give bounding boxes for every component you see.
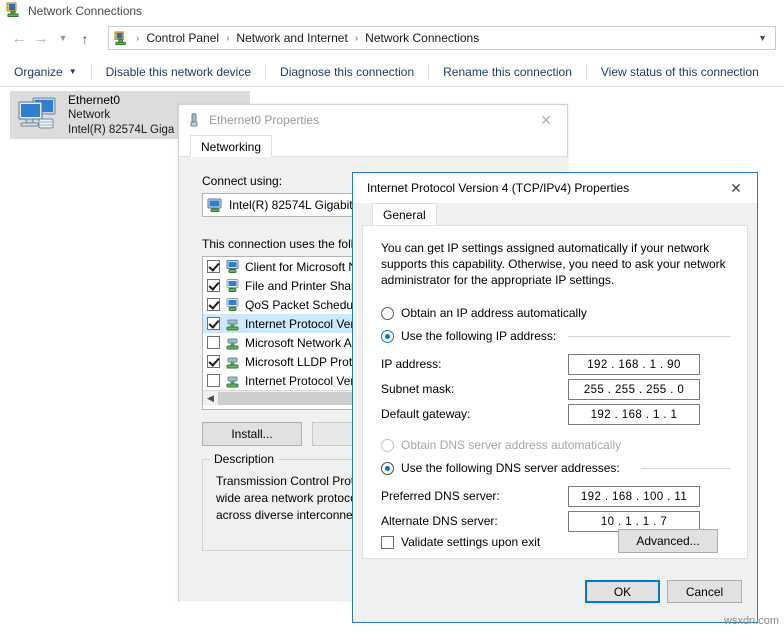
cancel-button[interactable]: Cancel [667,580,742,603]
ip-settings-intro: You can get IP settings assigned automat… [381,241,726,287]
command-bar: Organize ▼ Disable this network device D… [0,57,784,87]
close-icon[interactable]: ✕ [715,174,757,203]
rename-connection-button[interactable]: Rename this connection [429,58,586,86]
ip-input-field[interactable]: 192 . 168 . 1 . 1 [568,404,700,425]
field-label: Alternate DNS server: [381,514,498,528]
field-label: Subnet mask: [381,382,455,396]
tcpipv4-dialog-titlebar: Internet Protocol Version 4 (TCP/IPv4) P… [353,173,757,203]
checkbox-icon[interactable] [207,374,220,387]
breadcrumb-separator: › [136,32,140,44]
client-icon [225,259,240,274]
tcpipv4-button-bar: OK Cancel [353,559,757,622]
breadcrumb-network-connections[interactable]: Network Connections [363,31,481,45]
advanced-button[interactable]: Advanced... [618,529,718,553]
nic-icon [207,198,223,213]
validate-settings-checkbox[interactable]: Validate settings upon exit [381,535,540,549]
protocol-icon [225,355,240,369]
up-arrow-icon[interactable]: ↑ [74,27,96,51]
forward-arrow-icon[interactable]: → [30,27,52,51]
ethernet0-dialog-titlebar: Ethernet0 Properties ✕ [179,105,567,135]
radio-circle-icon [381,330,394,343]
checkbox-icon[interactable] [207,336,220,349]
connection-name: Ethernet0 [68,92,121,107]
recent-locations-icon[interactable]: ▼ [52,27,74,51]
breadcrumb-control-panel[interactable]: Control Panel [144,31,221,45]
ethernet0-tabstrip: Networking [179,135,567,157]
adapter-name: Intel(R) 82574L Gigabit Ne [229,198,372,212]
obtain-dns-automatically-radio[interactable]: Obtain DNS server address automatically [381,438,621,452]
sharing-icon [225,278,240,293]
connection-text-block: Ethernet0 Network Intel(R) 82574L Giga [68,93,174,138]
organize-menu-button[interactable]: Organize ▼ [0,58,91,86]
protocol-icon [225,336,240,350]
field-label: Default gateway: [381,407,471,421]
use-following-dns-label: Use the following DNS server addresses: [401,461,620,475]
chevron-down-icon: ▼ [68,67,77,76]
window-title: Network Connections [28,4,143,18]
radio-circle-icon [381,462,394,475]
checkbox-icon[interactable] [207,298,220,311]
field-label: IP address: [381,357,442,371]
checkbox-icon[interactable] [207,260,220,273]
group-rule [568,336,731,337]
group-rule [641,468,731,469]
radio-circle-icon [381,439,394,452]
close-icon[interactable]: ✕ [525,106,567,135]
back-arrow-icon[interactable]: ← [8,27,30,51]
install-button[interactable]: Install... [202,422,302,446]
disable-network-device-button[interactable]: Disable this network device [92,58,265,86]
address-bar[interactable]: › Control Panel › Network and Internet ›… [108,26,776,50]
network-adapter-small-icon [187,113,201,127]
connect-using-label: Connect using: [202,174,283,188]
network-adapter-icon [16,95,60,135]
validate-settings-label: Validate settings upon exit [401,535,541,549]
ethernet0-dialog-title: Ethernet0 Properties [209,113,320,127]
checkbox-icon[interactable] [207,279,220,292]
obtain-dns-automatically-label: Obtain DNS server address automatically [401,438,622,452]
tcpipv4-general-panel: You can get IP settings assigned automat… [362,225,748,559]
ok-button[interactable]: OK [585,580,660,603]
diagnose-connection-button[interactable]: Diagnose this connection [266,58,428,86]
window-titlebar: Network Connections [0,0,784,22]
use-following-dns-radio[interactable]: Use the following DNS server addresses: [381,461,620,475]
view-status-button[interactable]: View status of this connection [587,58,773,86]
protocol-icon [225,374,240,388]
tcpipv4-properties-dialog: Internet Protocol Version 4 (TCP/IPv4) P… [352,172,758,623]
address-path-icon [114,30,129,46]
network-connections-icon [6,2,22,21]
breadcrumb-network-and-internet[interactable]: Network and Internet [234,31,349,45]
radio-circle-icon [381,307,394,320]
checkbox-icon[interactable] [207,317,220,330]
ip-input-field[interactable]: 192 . 168 . 100 . 11 [568,486,700,507]
description-label: Description [210,452,279,466]
field-label: Preferred DNS server: [381,489,500,503]
connection-adapter: Intel(R) 82574L Giga [68,123,175,136]
qos-icon [225,297,240,312]
breadcrumb-separator: › [354,32,359,44]
tcpipv4-tabstrip: General [353,203,757,225]
chevron-down-icon[interactable]: ▼ [758,33,767,43]
ip-input-field[interactable]: 192 . 168 . 1 . 90 [568,354,700,375]
obtain-ip-automatically-radio[interactable]: Obtain an IP address automatically [381,306,587,320]
breadcrumb-separator: › [226,32,230,44]
tab-general[interactable]: General [372,203,437,225]
connection-network: Network [68,108,111,121]
ip-input-field[interactable]: 255 . 255 . 255 . 0 [568,379,700,400]
tcpipv4-dialog-title: Internet Protocol Version 4 (TCP/IPv4) P… [367,181,630,195]
checkbox-icon[interactable] [207,355,220,368]
organize-label: Organize [14,64,63,79]
obtain-ip-automatically-label: Obtain an IP address automatically [401,306,587,320]
watermark: wsxdn.com [724,615,780,627]
tab-networking[interactable]: Networking [190,135,273,157]
protocol-icon [225,317,240,331]
scroll-left-icon[interactable]: ◀ [203,391,218,406]
use-following-ip-radio[interactable]: Use the following IP address: [381,329,556,343]
use-following-ip-label: Use the following IP address: [401,329,557,343]
checkbox-icon [381,535,394,549]
component-label: QoS Packet Scheduler [245,297,367,312]
